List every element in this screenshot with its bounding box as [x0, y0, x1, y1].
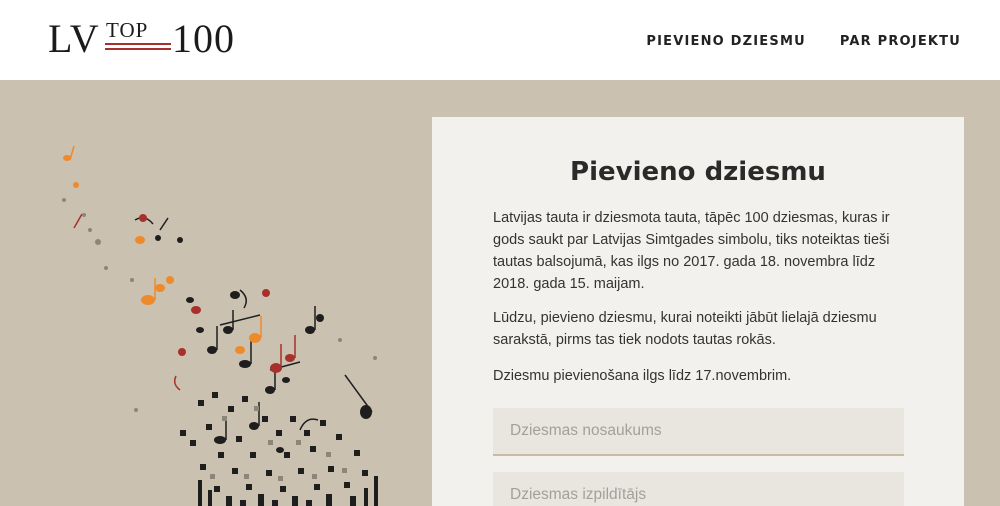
add-song-form: Pievieno dziesmu Latvijas tauta ir dzies… — [432, 117, 964, 506]
form-title: Pievieno dziesmu — [570, 157, 826, 187]
logo-underline — [105, 43, 171, 45]
logo-100: 100 — [172, 16, 235, 61]
main-nav: PIEVIENO DZIESMU PAR PROJEKTU — [646, 34, 961, 49]
site-logo[interactable]: LV TOP 100 — [48, 17, 258, 61]
intro-text: Latvijas tauta ir dziesmota tauta, tāpēc… — [493, 210, 890, 292]
request-text: Lūdzu, pievieno dziesmu, kurai noteikti … — [493, 310, 877, 348]
nav-add-song[interactable]: PIEVIENO DZIESMU — [646, 34, 805, 49]
logo-underline — [105, 48, 171, 50]
deadline-text: Dziesmu pievienošana ilgs līdz 17.novemb… — [493, 368, 792, 384]
site-header: LV TOP 100 PIEVIENO DZIESMU PAR PROJEKTU — [0, 0, 1000, 80]
song-title-input[interactable]: Dziesmas nosaukums — [493, 408, 904, 456]
music-notes-illustration — [62, 145, 378, 506]
logo-lv: LV — [48, 16, 100, 61]
song-artist-input[interactable]: Dziesmas izpildītājs — [493, 472, 904, 506]
nav-about[interactable]: PAR PROJEKTU — [840, 34, 961, 49]
logo-top: TOP — [106, 18, 149, 42]
